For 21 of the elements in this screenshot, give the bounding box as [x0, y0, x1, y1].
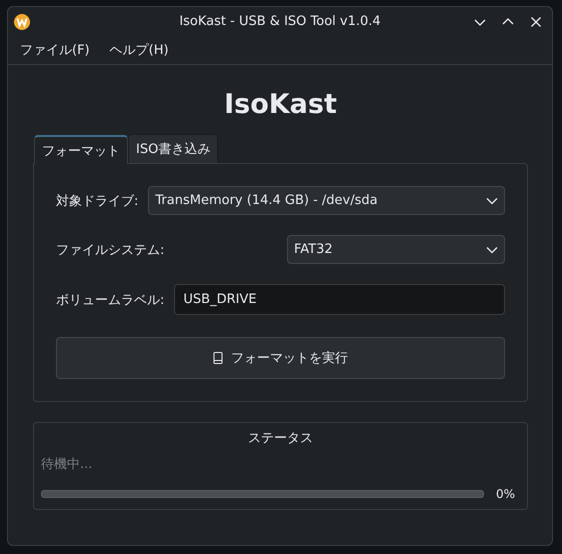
status-title: ステータス	[247, 430, 314, 447]
field-label: ファイルシステム:	[56, 242, 164, 258]
chevron-down-icon	[486, 196, 498, 204]
filesystem-dropdown[interactable]: FAT32	[287, 235, 505, 264]
status-message: 待機中...	[41, 456, 94, 473]
field-label: ボリュームラベル:	[56, 292, 164, 308]
drive-icon	[213, 352, 223, 364]
drive-dropdown[interactable]: TransMemory (14.4 GB) - /dev/sda	[148, 186, 505, 215]
volume-label-field[interactable]: USB_DRIVE	[174, 284, 505, 315]
menu-item[interactable]: ヘルプ(H)	[102, 38, 177, 62]
format-button[interactable]: フォーマットを実行	[56, 337, 505, 379]
progress-reading: 0%	[496, 487, 516, 501]
menu-item[interactable]: ファイル(F)	[12, 38, 98, 62]
tab[interactable]: フォーマット	[34, 135, 128, 164]
close-icon[interactable]	[530, 16, 542, 28]
app-title: IsoKast	[223, 89, 338, 120]
chevron-down-icon	[486, 246, 498, 254]
field-label: 対象ドライブ:	[56, 192, 138, 210]
tab[interactable]: ISO書き込み	[128, 134, 218, 163]
app-logo-icon	[14, 14, 30, 30]
window-title: IsoKast - USB & ISO Tool v1.0.4	[179, 14, 381, 29]
